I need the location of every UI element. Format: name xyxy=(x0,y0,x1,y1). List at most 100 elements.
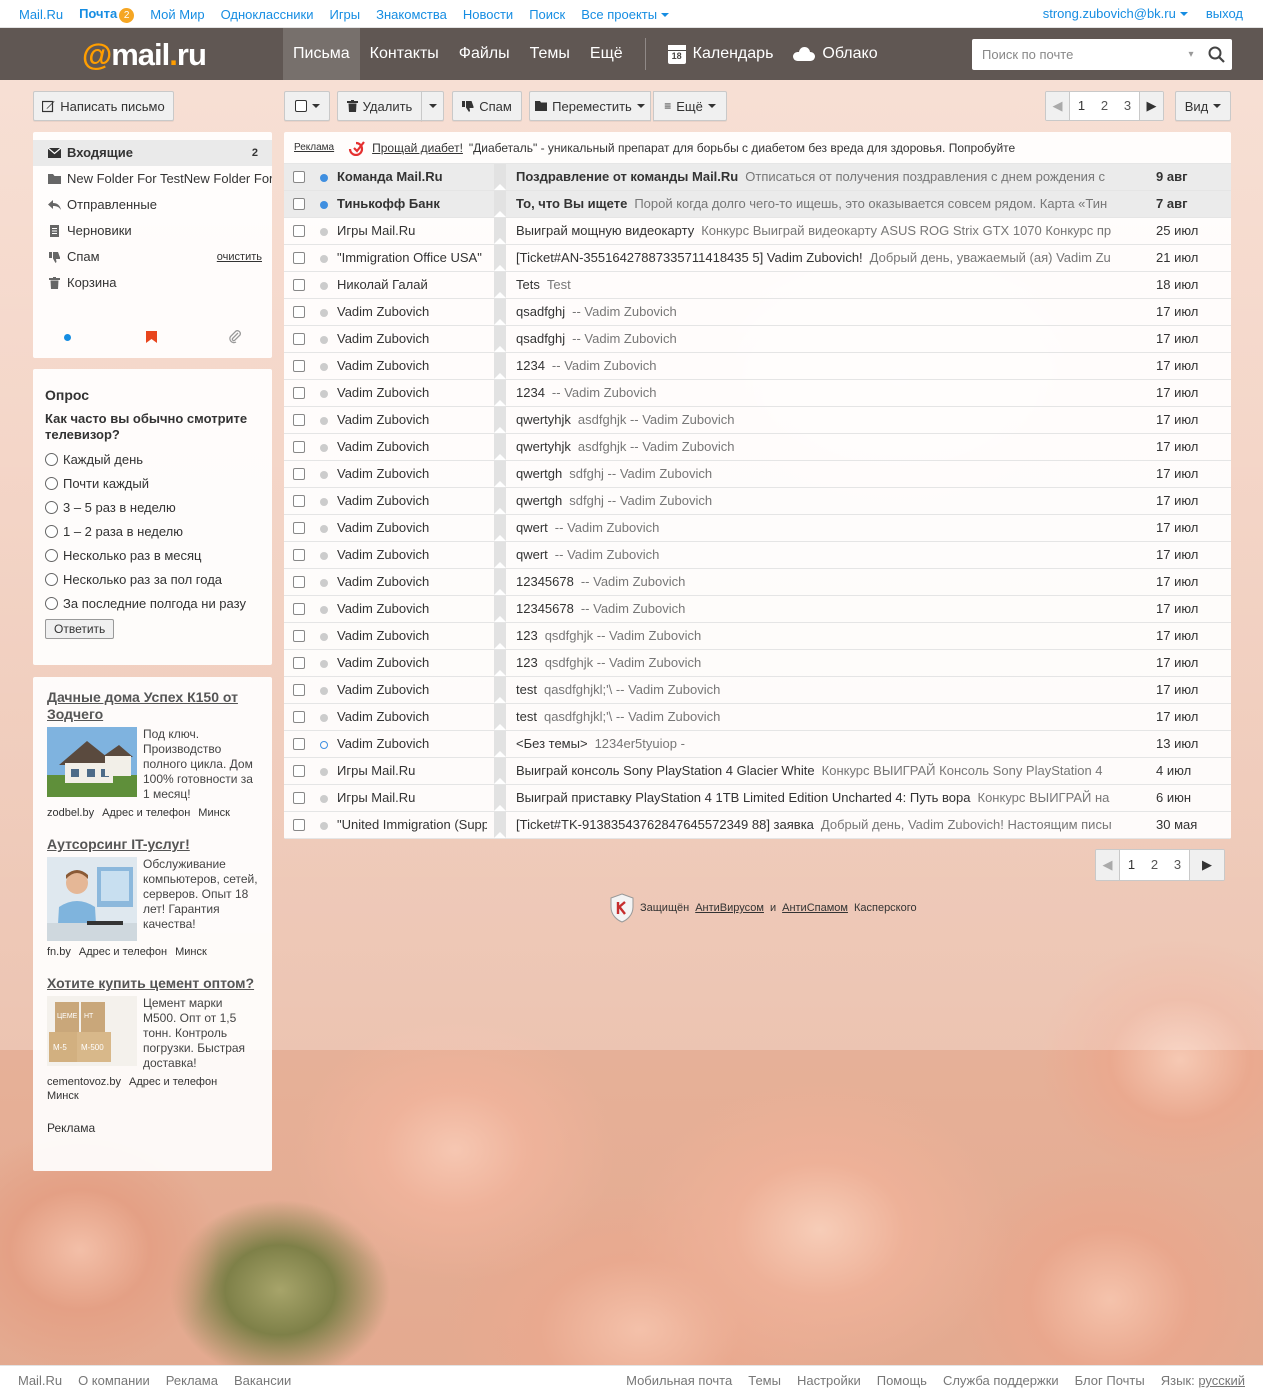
bookmark-flag-icon[interactable] xyxy=(494,785,506,811)
message-row[interactable]: Vadim Zubovich qwert -- Vadim Zubovich 17… xyxy=(284,515,1231,542)
language-link[interactable]: русский xyxy=(1198,1373,1245,1388)
bookmark-flag-icon[interactable] xyxy=(494,191,506,217)
unread-filter-dot-icon[interactable] xyxy=(64,334,71,341)
message-row[interactable]: Vadim Zubovich 1234 -- Vadim Zubovich 17 … xyxy=(284,380,1231,407)
page-3[interactable]: 3 xyxy=(1116,92,1139,120)
message-row[interactable]: Тинькофф Банк То, что Вы ищете Порой когд… xyxy=(284,191,1231,218)
bookmark-flag-icon[interactable] xyxy=(146,331,157,343)
message-checkbox[interactable] xyxy=(293,171,305,183)
message-row[interactable]: Vadim Zubovich 12345678 -- Vadim Zubovich… xyxy=(284,596,1231,623)
bookmark-flag-icon[interactable] xyxy=(494,623,506,649)
message-row[interactable]: Vadim Zubovich qsadfghj -- Vadim Zubovich… xyxy=(284,326,1231,353)
nav-letters[interactable]: Письма xyxy=(283,28,360,80)
poll-option[interactable]: Несколько раз за пол года xyxy=(45,567,260,591)
clean-spam-link[interactable]: очистить xyxy=(217,244,262,270)
portal-link-mailru[interactable]: Mail.Ru xyxy=(19,7,63,22)
message-row[interactable]: Vadim Zubovich 12345678 -- Vadim Zubovich… xyxy=(284,569,1231,596)
paperclip-icon[interactable] xyxy=(228,330,242,344)
radio-button[interactable] xyxy=(45,572,58,586)
bookmark-flag-icon[interactable] xyxy=(494,758,506,784)
bookmark-flag-icon[interactable] xyxy=(494,812,506,838)
message-row[interactable]: Vadim Zubovich qsadfghj -- Vadim Zubovich… xyxy=(284,299,1231,326)
message-checkbox[interactable] xyxy=(293,522,305,534)
poll-option[interactable]: Каждый день xyxy=(45,447,260,471)
portal-link-news[interactable]: Новости xyxy=(463,7,513,22)
logout-link[interactable]: выход xyxy=(1206,6,1243,21)
message-checkbox[interactable] xyxy=(293,711,305,723)
message-row[interactable]: Vadim Zubovich qwertyhjk asdfghjk -- Vadi… xyxy=(284,407,1231,434)
bookmark-flag-icon[interactable] xyxy=(494,677,506,703)
read-status-dot-icon[interactable] xyxy=(320,174,328,182)
read-status-dot-icon[interactable] xyxy=(320,336,328,344)
bookmark-flag-icon[interactable] xyxy=(494,731,506,757)
message-checkbox[interactable] xyxy=(293,738,305,750)
bookmark-flag-icon[interactable] xyxy=(494,353,506,379)
portal-link-mail[interactable]: Почта 2 xyxy=(79,6,135,23)
message-checkbox[interactable] xyxy=(293,441,305,453)
nav-more[interactable]: Ещё xyxy=(580,28,633,80)
portal-link-search[interactable]: Поиск xyxy=(529,7,565,22)
house-image[interactable] xyxy=(47,727,137,797)
nav-themes[interactable]: Темы xyxy=(520,28,580,80)
ad-site[interactable]: fn.by xyxy=(47,946,71,958)
portal-link-dating[interactable]: Знакомства xyxy=(376,7,447,22)
top-ad-label[interactable]: Реклама xyxy=(294,142,334,153)
message-row[interactable]: Vadim Zubovich 123 qsdfghjk -- Vadim Zubo… xyxy=(284,623,1231,650)
page-1[interactable]: 1 xyxy=(1070,92,1093,120)
message-row[interactable]: Vadim Zubovich test qasdfghjkl;'\ -- Vadi… xyxy=(284,677,1231,704)
ad-address-link[interactable]: Адрес и телефон xyxy=(102,807,190,819)
read-status-dot-icon[interactable] xyxy=(320,201,328,209)
folder-trash[interactable]: Корзина xyxy=(33,270,272,296)
message-checkbox[interactable] xyxy=(293,495,305,507)
bookmark-flag-icon[interactable] xyxy=(494,650,506,676)
nav-cloud[interactable]: Облако xyxy=(783,28,887,80)
portal-link-all-projects[interactable]: Все проекты xyxy=(581,7,669,22)
poll-option[interactable]: Несколько раз в месяц xyxy=(45,543,260,567)
prev-page-icon[interactable]: ◀ xyxy=(1046,92,1070,120)
message-checkbox[interactable] xyxy=(293,765,305,777)
read-status-dot-icon[interactable] xyxy=(320,471,328,479)
message-row[interactable]: Vadim Zubovich 1234 -- Vadim Zubovich 17 … xyxy=(284,353,1231,380)
message-checkbox[interactable] xyxy=(293,468,305,480)
search-options-chevron-icon[interactable]: ▾ xyxy=(1182,49,1200,60)
message-row[interactable]: "United Immigration (Support)" [Ticket#T… xyxy=(284,812,1231,839)
radio-button[interactable] xyxy=(45,548,58,562)
message-checkbox[interactable] xyxy=(293,549,305,561)
read-status-dot-icon[interactable] xyxy=(320,822,328,830)
compose-button[interactable]: Написать письмо xyxy=(33,91,174,121)
footer-link-support[interactable]: Служба поддержки xyxy=(943,1373,1059,1388)
read-status-dot-icon[interactable] xyxy=(320,282,328,290)
footer-link-mailru[interactable]: Mail.Ru xyxy=(18,1373,62,1388)
bookmark-flag-icon[interactable] xyxy=(494,461,506,487)
bookmark-flag-icon[interactable] xyxy=(494,407,506,433)
read-status-dot-icon[interactable] xyxy=(320,498,328,506)
read-status-dot-icon[interactable] xyxy=(320,795,328,803)
message-row[interactable]: "Immigration Office USA" [Ticket#AN-3551… xyxy=(284,245,1231,272)
bookmark-flag-icon[interactable] xyxy=(494,164,506,190)
antispam-link[interactable]: АнтиСпамом xyxy=(782,902,848,914)
ad-address-link[interactable]: Адрес и телефон xyxy=(129,1076,217,1088)
delete-button[interactable]: Удалить xyxy=(337,91,422,121)
poll-submit-button[interactable]: Ответить xyxy=(45,619,115,639)
message-row[interactable]: Команда Mail.Ru Поздравление от команды … xyxy=(284,164,1231,191)
message-checkbox[interactable] xyxy=(293,684,305,696)
top-ad-link[interactable]: Прощай диабет! xyxy=(372,141,463,155)
message-checkbox[interactable] xyxy=(293,279,305,291)
message-row[interactable]: Vadim Zubovich 123 qsdfghjk -- Vadim Zubo… xyxy=(284,650,1231,677)
select-all-dropdown[interactable] xyxy=(284,91,330,121)
read-status-dot-icon[interactable] xyxy=(320,606,328,614)
message-checkbox[interactable] xyxy=(293,603,305,615)
bookmark-flag-icon[interactable] xyxy=(494,488,506,514)
read-status-dot-icon[interactable] xyxy=(320,741,328,749)
message-checkbox[interactable] xyxy=(293,414,305,426)
page-2[interactable]: 2 xyxy=(1093,92,1116,120)
bookmark-flag-icon[interactable] xyxy=(494,326,506,352)
next-page-icon[interactable]: ▶ xyxy=(1189,850,1224,880)
read-status-dot-icon[interactable] xyxy=(320,363,328,371)
ad-title[interactable]: Хотите купить цемент оптом? xyxy=(47,975,258,992)
read-status-dot-icon[interactable] xyxy=(320,417,328,425)
bookmark-flag-icon[interactable] xyxy=(494,704,506,730)
portal-link-games[interactable]: Игры xyxy=(329,7,360,22)
message-checkbox[interactable] xyxy=(293,657,305,669)
spam-button[interactable]: Спам xyxy=(452,91,522,121)
